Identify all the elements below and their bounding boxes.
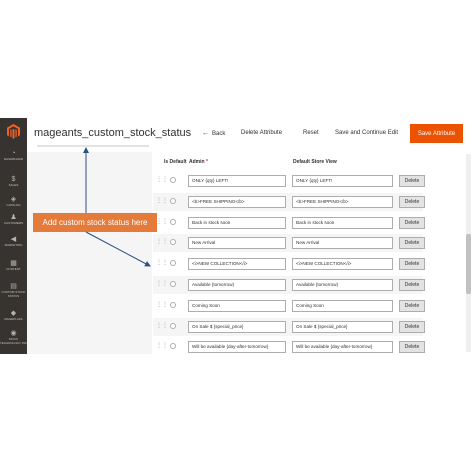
drag-handle-icon[interactable]: ⋮⋮ [156, 259, 168, 267]
magento-logo-icon [7, 124, 20, 139]
sidebar-item-label: SALES [8, 183, 19, 187]
table-row: ⋮⋮ Available {tomorrow} Available {tomorro… [153, 276, 425, 294]
required-marker: * [205, 159, 208, 165]
drag-handle-icon[interactable]: ⋮⋮ [156, 238, 168, 246]
table-row: ⋮⋮ ONLY {qty} LEFT! ONLY {qty} LEFT! Delete [153, 172, 425, 190]
delete-option-button[interactable]: Delete [399, 237, 425, 250]
delete-option-button[interactable]: Delete [399, 299, 425, 312]
delete-option-button[interactable]: Delete [399, 341, 425, 354]
callout-label: Add custom stock status here [33, 213, 157, 232]
sidebar-item-label: CUSTOMERS [3, 221, 24, 225]
table-row: ⋮⋮ Back in stock soon Back in stock soon De… [153, 214, 425, 232]
delete-option-button[interactable]: Delete [399, 195, 425, 208]
sidebar-item-label: MAGEPLAZA [4, 317, 23, 321]
header-admin: Admin * [189, 159, 208, 165]
sidebar-item-8[interactable]: ◉ MOCK TECHNOLOGY INC [0, 330, 27, 345]
default-radio[interactable] [170, 301, 176, 308]
table-row: ⋮⋮ <b>FREE SHIPPING</b> <b>FREE SHIPPING</… [153, 192, 425, 211]
store-view-value-input[interactable]: <b>FREE SHIPPING</b> [292, 195, 393, 208]
drag-handle-icon[interactable]: ⋮⋮ [156, 301, 168, 309]
admin-value-input[interactable]: <b>FREE SHIPPING</b> [188, 195, 286, 208]
admin-value-input[interactable]: ONLY {qty} LEFT! [188, 175, 286, 187]
sidebar-item-4[interactable]: ◀ MARKETING [0, 236, 27, 248]
sidebar-item-3[interactable]: ♟ CUSTOMERS [0, 214, 27, 226]
store-view-value-input[interactable]: New Arrival [292, 237, 393, 250]
drag-handle-icon[interactable]: ⋮⋮ [156, 280, 168, 288]
store-view-value-input[interactable]: Back in stock soon [292, 216, 393, 229]
sidebar-item-2[interactable]: ◈ CATALOG [0, 196, 27, 208]
store-view-value-input[interactable]: Coming Soon [292, 299, 393, 312]
sidebar-item-1[interactable]: $ SALES [0, 176, 27, 188]
header-store-view: Default Store View [293, 159, 337, 165]
sidebar-item-5[interactable]: ▦ CONTENT [0, 260, 27, 272]
drag-handle-icon[interactable]: ⋮⋮ [156, 342, 168, 350]
store-view-value-input[interactable]: <i>NEW COLLECTION</i> [292, 258, 393, 271]
title-underline [37, 145, 149, 147]
scrollbar[interactable] [466, 154, 471, 352]
sidebar-item-label: CATALOG [6, 203, 21, 207]
page-title: mageants_custom_stock_status [34, 127, 192, 139]
sidebar-item-0[interactable]: ◔ DASHBOARD [0, 150, 27, 162]
default-radio[interactable] [170, 239, 176, 246]
back-label: Back [212, 131, 226, 137]
sidebar-item-label: MOCK TECHNOLOGY INC [0, 337, 27, 345]
drag-handle-icon[interactable]: ⋮⋮ [156, 197, 168, 205]
default-radio[interactable] [170, 343, 176, 350]
admin-value-input[interactable]: New Arrival [188, 237, 286, 250]
back-button[interactable]: ← Back [202, 130, 225, 137]
default-radio[interactable] [170, 260, 176, 267]
delete-option-button[interactable]: Delete [399, 216, 425, 229]
admin-value-input[interactable]: <i>NEW COLLECTION</i> [188, 258, 286, 271]
admin-value-input[interactable]: Coming Soon [188, 299, 286, 312]
reset-button[interactable]: Reset [303, 130, 319, 136]
table-row: ⋮⋮ <i>NEW COLLECTION</i> <i>NEW COLLECTION… [153, 255, 425, 273]
save-and-continue-button[interactable]: Save and Continue Edit [335, 130, 398, 136]
sidebar-item-6[interactable]: ▤ CUSTOM STOCK STATUS [0, 283, 27, 298]
table-row: ⋮⋮ Will be available {day-after-tomorrow}… [153, 338, 425, 356]
arrow-left-icon: ← [202, 130, 209, 137]
sidebar-item-label: MARKETING [4, 243, 23, 247]
delete-option-button[interactable]: Delete [399, 258, 425, 271]
scrollbar-thumb[interactable] [466, 234, 471, 294]
delete-option-button[interactable]: Delete [399, 279, 425, 291]
admin-value-input[interactable]: Back in stock soon [188, 216, 286, 229]
drag-handle-icon[interactable]: ⋮⋮ [156, 218, 168, 226]
delete-option-button[interactable]: Delete [399, 175, 425, 187]
store-view-value-input[interactable]: On Sale $ {special_price} [292, 320, 393, 333]
admin-value-input[interactable]: Will be available {day-after-tomorrow} [188, 341, 286, 354]
delete-option-button[interactable]: Delete [399, 320, 425, 333]
drag-handle-icon[interactable]: ⋮⋮ [156, 176, 168, 184]
default-radio[interactable] [170, 281, 176, 287]
store-view-value-input[interactable]: ONLY {qty} LEFT! [292, 175, 393, 187]
delete-attribute-button[interactable]: Delete Attribute [241, 130, 282, 136]
drag-handle-icon[interactable]: ⋮⋮ [156, 322, 168, 330]
header-admin-label: Admin [189, 159, 205, 165]
save-attribute-button[interactable]: Save Attribute [410, 124, 463, 143]
sidebar-item-label: CONTENT [6, 267, 21, 271]
store-view-value-input[interactable]: Will be available {day-after-tomorrow} [292, 341, 393, 354]
sidebar-item-7[interactable]: ◆ MAGEPLAZA [0, 310, 27, 322]
default-radio[interactable] [170, 218, 176, 225]
sidebar-item-label: CUSTOM STOCK STATUS [1, 290, 26, 298]
default-radio[interactable] [170, 177, 176, 183]
admin-value-input[interactable]: On Sale $ {special_price} [188, 320, 286, 333]
admin-value-input[interactable]: Available {tomorrow} [188, 279, 286, 291]
sidebar-item-label: DASHBOARD [3, 157, 23, 161]
store-view-value-input[interactable]: Available {tomorrow} [292, 279, 393, 291]
admin-sidebar: ◔ DASHBOARD $ SALES ◈ CATALOG ♟ CUSTOMERS ◀ MARKE… [0, 118, 27, 354]
table-row: ⋮⋮ New Arrival New Arrival Delete [153, 234, 425, 253]
table-row: ⋮⋮ Coming Soon Coming Soon Delete [153, 297, 425, 315]
header-is-default: Is Default [164, 159, 187, 165]
table-row: ⋮⋮ On Sale $ {special_price} On Sale $ {sp… [153, 317, 425, 336]
default-radio[interactable] [170, 322, 176, 329]
default-radio[interactable] [170, 197, 176, 204]
